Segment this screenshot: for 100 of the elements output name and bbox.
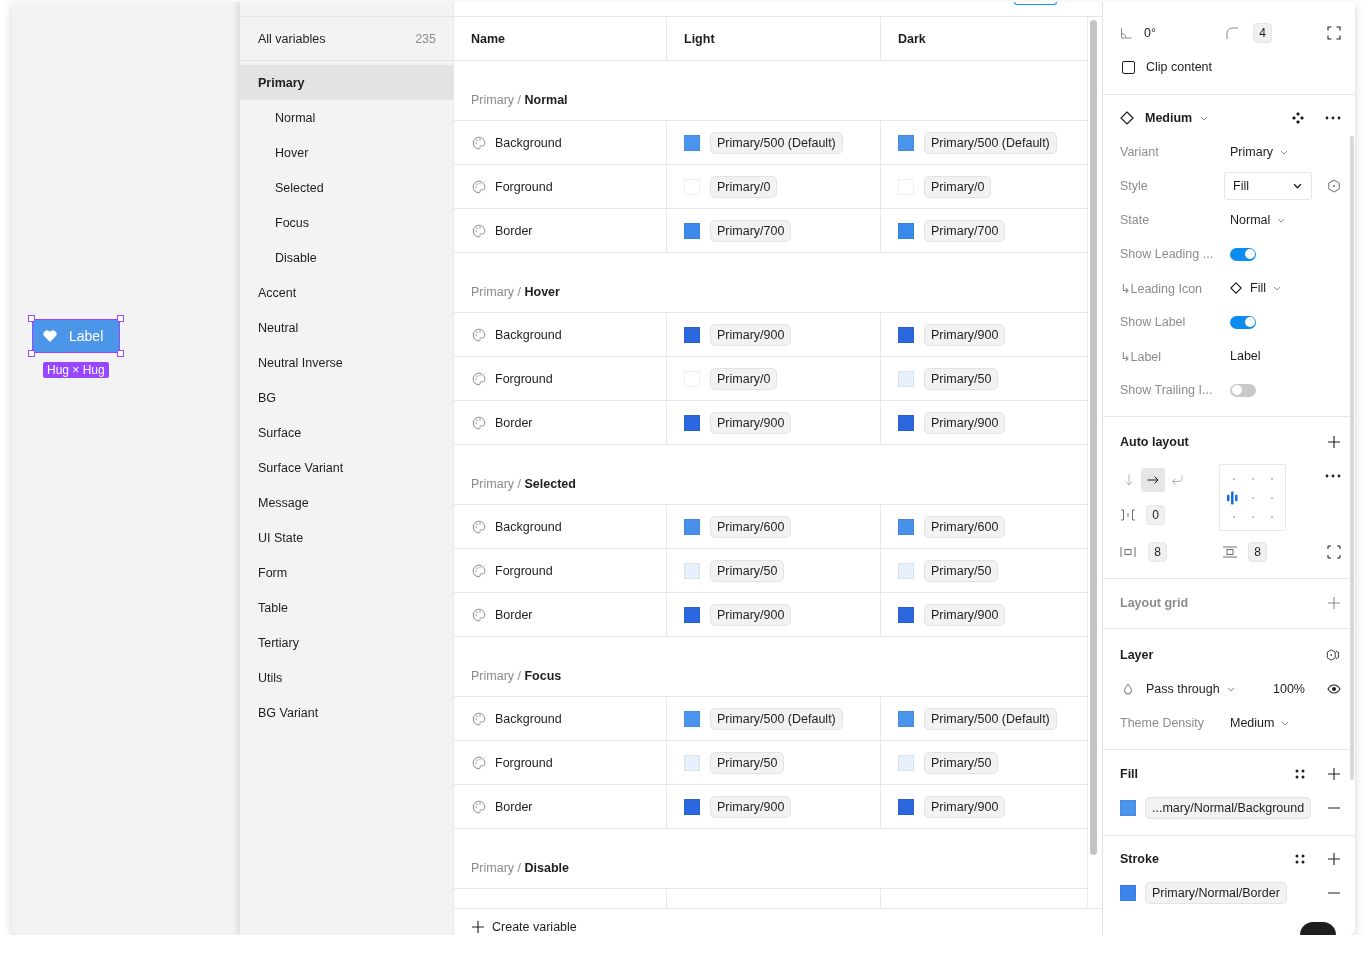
opacity-value[interactable]: 100% (1273, 682, 1305, 696)
corner-radius-icon (1226, 27, 1238, 39)
variable-value[interactable]: Primary/900 (924, 795, 1006, 818)
horizontal-padding-icon (1120, 546, 1136, 558)
palette-icon (472, 327, 486, 342)
property-dropdown[interactable]: Medium (1224, 716, 1290, 730)
instance-dropdown[interactable]: Fill (1224, 281, 1281, 295)
padding-corners-icon[interactable] (1327, 545, 1341, 559)
group-item[interactable]: BG (240, 380, 453, 415)
group-item[interactable]: Neutral Inverse (240, 345, 453, 380)
plus-icon[interactable] (1327, 852, 1341, 866)
eye-icon[interactable] (1327, 682, 1341, 696)
more-icon[interactable] (1325, 116, 1341, 120)
toggle-switch[interactable] (1230, 247, 1256, 261)
expand-icon[interactable] (1327, 26, 1341, 40)
toggle-switch[interactable] (1230, 315, 1256, 329)
rotation-value[interactable]: 0° (1144, 26, 1156, 40)
group-item[interactable]: Surface (240, 415, 453, 450)
group-item[interactable]: Hover (240, 135, 453, 170)
plus-icon[interactable] (1327, 767, 1341, 781)
property-value[interactable]: Label (1224, 349, 1261, 363)
property-dropdown[interactable]: Primary (1224, 145, 1289, 159)
variable-value[interactable]: Primary/500 (Default) (710, 707, 843, 730)
variable-value[interactable]: Primary/700 (710, 219, 792, 242)
hexagon-icon[interactable] (1325, 649, 1341, 661)
hexagon-icon[interactable] (1327, 179, 1341, 193)
variable-value[interactable]: Primary/50 (710, 559, 785, 582)
group-item[interactable]: Message (240, 485, 453, 520)
variable-value[interactable]: Primary/500 (Default) (710, 131, 843, 154)
variable-value[interactable]: Primary/600 (924, 515, 1006, 538)
gap-field[interactable]: 0 (1146, 505, 1165, 525)
variable-value[interactable]: Primary/900 (710, 795, 792, 818)
blend-dropdown[interactable]: Pass through (1146, 682, 1235, 696)
group-item[interactable]: Primary (240, 65, 453, 100)
color-swatch[interactable] (1120, 800, 1136, 816)
variable-name: Background (495, 519, 562, 534)
group-item[interactable]: BG Variant (240, 695, 453, 730)
plus-icon[interactable] (1327, 596, 1341, 610)
styles-icon[interactable] (1295, 854, 1305, 864)
group-item[interactable]: Utils (240, 660, 453, 695)
group-item[interactable]: Tertiary (240, 625, 453, 660)
resize-handle[interactable] (117, 315, 124, 322)
color-swatch[interactable] (1120, 885, 1136, 901)
group-item[interactable]: Table (240, 590, 453, 625)
property-dropdown[interactable]: Normal (1224, 213, 1286, 227)
variable-value[interactable]: Primary/900 (710, 603, 792, 626)
group-item[interactable]: Disable (240, 240, 453, 275)
group-item[interactable]: Normal (240, 100, 453, 135)
variable-value[interactable]: Primary/900 (710, 411, 792, 434)
property-label: Show Leading ... (1120, 247, 1215, 261)
variable-value[interactable]: Primary/900 (924, 603, 1006, 626)
toggle-switch[interactable] (1230, 383, 1256, 397)
variable-name: Forground (495, 563, 553, 578)
checkbox[interactable] (1122, 60, 1135, 74)
variable-value[interactable]: Primary/50 (924, 559, 999, 582)
variable-value[interactable]: Primary/500 (Default) (924, 707, 1057, 730)
stroke-variable[interactable]: Primary/Normal/Border (1145, 882, 1287, 904)
resize-handle[interactable] (28, 315, 35, 322)
group-item[interactable]: Selected (240, 170, 453, 205)
group-item[interactable]: Surface Variant (240, 450, 453, 485)
component-icon[interactable] (1291, 111, 1305, 125)
button-edge[interactable] (1014, 2, 1057, 5)
radius-field[interactable]: 4 (1253, 23, 1272, 43)
palette-icon (472, 135, 486, 150)
variable-value[interactable]: Primary/700 (924, 219, 1006, 242)
resize-handle[interactable] (117, 350, 124, 357)
variable-value[interactable]: Primary/500 (Default) (924, 131, 1057, 154)
variable-value[interactable]: Primary/50 (924, 367, 999, 390)
fill-variable[interactable]: ...mary/Normal/Background (1145, 797, 1312, 819)
select-field[interactable]: Fill (1224, 172, 1312, 200)
variable-value[interactable]: Primary/600 (710, 515, 792, 538)
floating-button[interactable] (1300, 922, 1336, 935)
more-icon[interactable] (1325, 474, 1341, 478)
resize-handle[interactable] (28, 350, 35, 357)
plus-icon[interactable] (1327, 435, 1341, 449)
variable-value[interactable]: Primary/50 (710, 751, 785, 774)
group-item[interactable]: Form (240, 555, 453, 590)
padding-field[interactable]: 8 (1248, 542, 1267, 562)
column-header: Dark (897, 30, 927, 48)
create-variable-button[interactable]: Create variable (472, 919, 577, 935)
variable-value[interactable]: Primary/900 (924, 323, 1006, 346)
padding-field[interactable]: 8 (1148, 542, 1167, 562)
all-variables-item[interactable]: All variables 235 (240, 17, 453, 61)
component-dropdown[interactable]: Medium (1145, 111, 1209, 125)
group-item[interactable]: Accent (240, 275, 453, 310)
styles-icon[interactable] (1295, 769, 1305, 779)
group-item[interactable]: UI State (240, 520, 453, 555)
variable-value[interactable]: Primary/0 (924, 175, 992, 198)
group-item[interactable]: Focus (240, 205, 453, 240)
variable-value[interactable]: Primary/0 (710, 367, 778, 390)
chevron-icon (1200, 115, 1209, 121)
size-badge: Hug × Hug (43, 362, 109, 378)
direction-button[interactable] (1141, 468, 1165, 492)
group-item[interactable]: Neutral (240, 310, 453, 345)
variable-value[interactable]: Primary/50 (924, 751, 999, 774)
variable-value[interactable]: Primary/0 (710, 175, 778, 198)
variable-value[interactable]: Primary/900 (710, 323, 792, 346)
property-label: ↳Label (1120, 348, 1163, 364)
variable-value[interactable]: Primary/900 (924, 411, 1006, 434)
scrollbar-thumb[interactable] (1090, 20, 1097, 855)
